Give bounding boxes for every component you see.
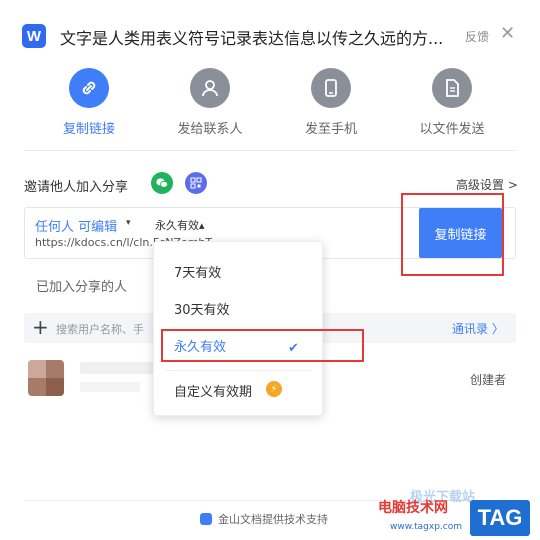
chevron-down-icon[interactable]: ▾ — [126, 218, 131, 228]
divider — [24, 150, 516, 151]
advanced-settings-link[interactable]: 高级设置 > — [456, 176, 518, 193]
dialog-header: W 文字是人类用表义符号记录表达信息以传之久远的方... 反馈 ✕ — [0, 0, 540, 68]
highlight-box-copy-button — [401, 193, 504, 276]
file-icon — [432, 68, 472, 108]
watermark-tag-logo: TAG — [470, 500, 530, 536]
permission-selector[interactable]: 任何人 可编辑 — [35, 216, 117, 235]
wps-logo: W — [22, 24, 46, 48]
tab-send-to-phone[interactable]: 发至手机 — [271, 68, 391, 137]
person-icon — [190, 68, 230, 108]
feedback-link[interactable]: 反馈 — [465, 28, 489, 45]
member-role: 创建者 — [470, 373, 507, 387]
footer-credit: 金山文档提供技术支持 — [200, 511, 328, 527]
lightning-icon: ⚡ — [266, 381, 282, 397]
tab-send-as-file[interactable]: 以文件发送 — [392, 68, 512, 137]
tab-label: 发至手机 — [304, 122, 357, 137]
tab-label: 复制链接 — [62, 122, 115, 137]
tab-send-to-contact[interactable]: 发给联系人 — [150, 68, 270, 137]
dropdown-option-30-days[interactable]: 30天有效 — [174, 299, 230, 318]
close-icon[interactable]: ✕ — [500, 24, 515, 44]
watermark-site-name: 电脑技术网 — [378, 500, 448, 516]
blurred-member-detail — [80, 382, 140, 392]
avatar — [28, 360, 64, 396]
dropdown-option-custom[interactable]: 自定义有效期 — [174, 381, 252, 400]
highlight-box-permanent-option — [161, 329, 364, 362]
tab-copy-link[interactable]: 复制链接 — [29, 68, 149, 137]
search-input[interactable]: 搜索用户名称、手 — [56, 321, 144, 337]
expiry-selector[interactable]: 永久有效▴ — [155, 217, 205, 233]
blurred-member-name — [80, 362, 160, 374]
contacts-link[interactable]: 通讯录 〉 — [452, 320, 504, 337]
link-icon — [69, 68, 109, 108]
invite-label: 邀请他人加入分享 — [24, 180, 129, 195]
wechat-icon[interactable] — [151, 172, 173, 194]
divider — [166, 370, 312, 371]
document-title: 文字是人类用表义符号记录表达信息以传之久远的方... — [60, 29, 444, 48]
tab-label: 发给联系人 — [177, 122, 243, 137]
tab-label: 以文件发送 — [419, 122, 485, 137]
qr-code-icon[interactable] — [185, 172, 207, 194]
footer-text: 金山文档提供技术支持 — [218, 513, 328, 526]
joined-people-label: 已加入分享的人 — [36, 280, 128, 295]
kdocs-logo-icon — [200, 513, 212, 525]
phone-icon — [311, 68, 351, 108]
dropdown-option-7-days[interactable]: 7天有效 — [174, 262, 221, 281]
plus-icon[interactable]: + — [32, 316, 49, 338]
watermark-url: www.tagxp.com — [390, 522, 462, 532]
share-method-tabs: 复制链接 发给联系人 发至手机 以文件发送 — [0, 68, 540, 148]
